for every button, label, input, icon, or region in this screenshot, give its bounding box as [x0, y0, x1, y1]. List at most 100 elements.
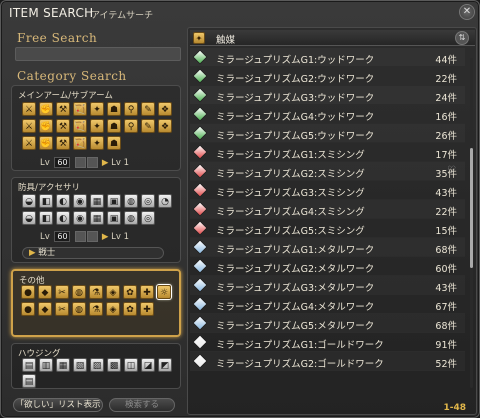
other-category-8-icon[interactable]: ✚: [140, 285, 154, 299]
result-row[interactable]: ミラージュプリズムG1:スミシング 17件: [190, 143, 465, 162]
armor-category-6-icon[interactable]: ▣: [107, 194, 121, 208]
armor-category-16-icon[interactable]: ◍: [124, 211, 138, 225]
result-row[interactable]: ミラージュプリズムG4:メタルワーク 67件: [190, 295, 465, 314]
arms-category-6-icon[interactable]: ☗: [107, 102, 121, 116]
other-category-10-icon[interactable]: ●: [21, 302, 35, 316]
other-category-12-icon[interactable]: ✂: [55, 302, 69, 316]
other-category-6-icon[interactable]: ◈: [106, 285, 120, 299]
arms-category-7-icon[interactable]: ⚲: [124, 102, 138, 116]
armor-category-7-icon[interactable]: ◍: [124, 194, 138, 208]
arms-category-21-icon[interactable]: ⚒: [56, 136, 70, 150]
level-up-button[interactable]: [75, 157, 87, 168]
arms-category-24-icon[interactable]: ☗: [107, 136, 121, 150]
armor-category-3-icon[interactable]: ◐: [56, 194, 70, 208]
result-row[interactable]: ミラージュプリズムG3:スミシング 43件: [190, 181, 465, 200]
other-category-5-icon[interactable]: ⚗: [89, 285, 103, 299]
other-category-9-icon[interactable]: ☼: [157, 285, 171, 299]
result-row[interactable]: ミラージュプリズムG3:ウッドワーク 24件: [190, 86, 465, 105]
arms-category-18-icon[interactable]: ❖: [158, 119, 172, 133]
other-category-3-icon[interactable]: ✂: [55, 285, 69, 299]
armor-category-8-icon[interactable]: ◎: [141, 194, 155, 208]
result-row[interactable]: ミラージュプリズムG2:メタルワーク 60件: [190, 257, 465, 276]
arms-category-23-icon[interactable]: ✦: [90, 136, 104, 150]
other-category-14-icon[interactable]: ⚗: [89, 302, 103, 316]
arms-category-4-icon[interactable]: 🏹: [73, 102, 87, 116]
search-button[interactable]: 検索する: [109, 398, 175, 412]
other-category-4-icon[interactable]: ◍: [72, 285, 86, 299]
armor-category-1-icon[interactable]: ◒: [22, 194, 36, 208]
level-up-button[interactable]: [75, 231, 87, 242]
result-row[interactable]: ミラージュプリズムG5:メタルワーク 68件: [190, 314, 465, 333]
scrollbar-thumb[interactable]: [470, 148, 473, 268]
armor-category-12-icon[interactable]: ◐: [56, 211, 70, 225]
arms-category-15-icon[interactable]: ☗: [107, 119, 121, 133]
armor-category-13-icon[interactable]: ◉: [73, 211, 87, 225]
arms-category-1-icon[interactable]: ⚔: [22, 102, 36, 116]
result-row[interactable]: ミラージュプリズムG2:ウッドワーク 22件: [190, 67, 465, 86]
arms-category-8-icon[interactable]: ✎: [141, 102, 155, 116]
housing-category-2-icon[interactable]: ▥: [39, 358, 53, 372]
result-row[interactable]: ミラージュプリズムG5:スミシング 15件: [190, 219, 465, 238]
arms-category-14-icon[interactable]: ✦: [90, 119, 104, 133]
other-category-11-icon[interactable]: ◆: [38, 302, 52, 316]
level-min-field[interactable]: 60: [54, 231, 71, 242]
result-row[interactable]: ミラージュプリズムG4:ウッドワーク 16件: [190, 105, 465, 124]
result-row[interactable]: ミラージュプリズムG5:ウッドワーク 26件: [190, 124, 465, 143]
armor-category-15-icon[interactable]: ▣: [107, 211, 121, 225]
scrollbar[interactable]: [470, 58, 473, 388]
armor-category-11-icon[interactable]: ◧: [39, 211, 53, 225]
close-icon[interactable]: ✕: [459, 4, 475, 20]
housing-category-5-icon[interactable]: ▨: [90, 358, 104, 372]
result-row[interactable]: ミラージュプリズムG2:ゴールドワーク 52件: [190, 352, 465, 371]
arms-category-20-icon[interactable]: ✊: [39, 136, 53, 150]
housing-category-8-icon[interactable]: ◪: [141, 358, 155, 372]
other-category-1-icon[interactable]: ●: [21, 285, 35, 299]
arms-category-2-icon[interactable]: ✊: [39, 102, 53, 116]
housing-category-9-icon[interactable]: ◩: [158, 358, 172, 372]
title-bar[interactable]: ITEM SEARCH アイテムサーチ ✕: [1, 1, 479, 23]
wish-list-button[interactable]: 「欲しい」リスト表示: [13, 398, 103, 412]
sort-icon[interactable]: ⇅: [455, 31, 469, 45]
arms-category-3-icon[interactable]: ⚒: [56, 102, 70, 116]
arms-category-5-icon[interactable]: ✦: [90, 102, 104, 116]
arms-category-22-icon[interactable]: 🏹: [73, 136, 87, 150]
housing-category-7-icon[interactable]: ◫: [124, 358, 138, 372]
armor-category-14-icon[interactable]: ▦: [90, 211, 104, 225]
result-row[interactable]: ミラージュプリズムG3:メタルワーク 43件: [190, 276, 465, 295]
result-row[interactable]: ミラージュプリズムG1:ウッドワーク 44件: [190, 48, 465, 67]
result-row[interactable]: ミラージュプリズムG1:ゴールドワーク 91件: [190, 333, 465, 352]
arms-category-17-icon[interactable]: ✎: [141, 119, 155, 133]
armor-category-5-icon[interactable]: ▦: [90, 194, 104, 208]
result-row[interactable]: ミラージュプリズムG1:メタルワーク 68件: [190, 238, 465, 257]
arms-category-12-icon[interactable]: ⚒: [56, 119, 70, 133]
armor-category-2-icon[interactable]: ◧: [39, 194, 53, 208]
arms-category-10-icon[interactable]: ⚔: [22, 119, 36, 133]
armor-category-9-icon[interactable]: ◔: [158, 194, 172, 208]
housing-category-6-icon[interactable]: ▩: [107, 358, 121, 372]
armor-category-10-icon[interactable]: ◒: [22, 211, 36, 225]
level-down-button[interactable]: [87, 157, 99, 168]
housing-category-4-icon[interactable]: ▧: [73, 358, 87, 372]
free-search-input[interactable]: [15, 47, 181, 61]
level-down-button[interactable]: [87, 231, 99, 242]
result-row[interactable]: ミラージュプリズムG2:スミシング 35件 ♡: [190, 162, 465, 181]
housing-category-3-icon[interactable]: ▦: [56, 358, 70, 372]
armor-category-4-icon[interactable]: ◉: [73, 194, 87, 208]
housing-category-1-icon[interactable]: ▤: [22, 358, 36, 372]
other-category-17-icon[interactable]: ✚: [140, 302, 154, 316]
armor-category-17-icon[interactable]: ◎: [141, 211, 155, 225]
other-category-16-icon[interactable]: ✿: [123, 302, 137, 316]
other-category-7-icon[interactable]: ✿: [123, 285, 137, 299]
other-category-13-icon[interactable]: ◍: [72, 302, 86, 316]
housing-category-10-icon[interactable]: ▤: [22, 374, 36, 388]
arms-category-19-icon[interactable]: ⚔: [22, 136, 36, 150]
wish-heart-icon[interactable]: ♡: [447, 165, 456, 176]
level-min-field[interactable]: 60: [54, 157, 71, 168]
arms-category-16-icon[interactable]: ⚲: [124, 119, 138, 133]
other-category-15-icon[interactable]: ◈: [106, 302, 120, 316]
job-select[interactable]: ▶ 戦士: [22, 247, 164, 259]
result-row[interactable]: ミラージュプリズムG4:スミシング 22件: [190, 200, 465, 219]
arms-category-13-icon[interactable]: 🏹: [73, 119, 87, 133]
other-category-2-icon[interactable]: ◆: [38, 285, 52, 299]
arms-category-11-icon[interactable]: ✊: [39, 119, 53, 133]
